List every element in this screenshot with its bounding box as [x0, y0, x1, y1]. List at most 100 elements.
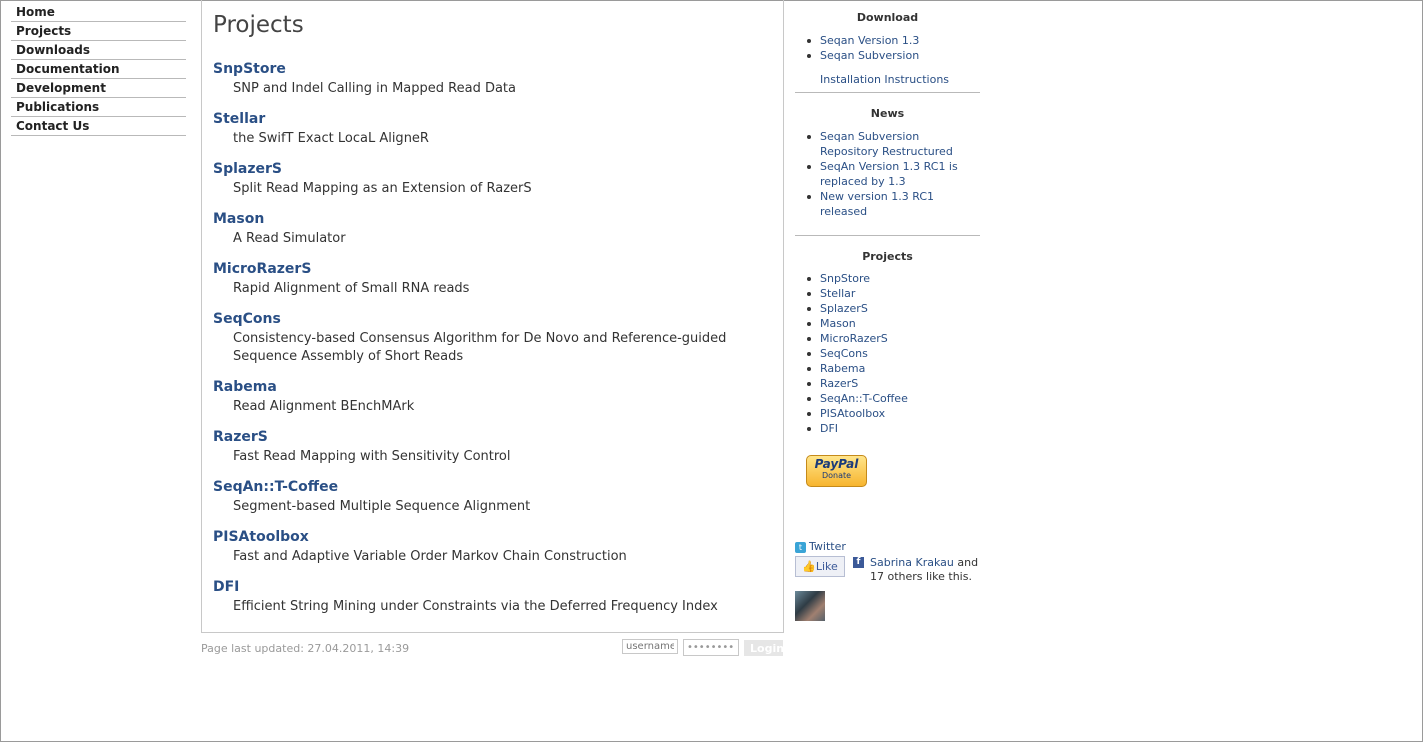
download-link-seqan-1-3[interactable]: Seqan Version 1.3 [820, 34, 919, 47]
avatar[interactable] [795, 591, 825, 621]
list-item: PISAtoolbox [807, 406, 980, 421]
list-item: Seqan Subversion [807, 48, 980, 63]
nav-contact-us[interactable]: Contact Us [11, 117, 186, 136]
project-description: the SwifT Exact LocaL AligneR [233, 131, 429, 146]
sidebar-project-link[interactable]: Stellar [820, 287, 855, 300]
list-item: SeqAn Version 1.3 RC1 is replaced by 1.3 [807, 159, 980, 189]
news-title: News [870, 107, 905, 120]
divider [795, 92, 980, 93]
nav-development[interactable]: Development [11, 79, 186, 98]
list-item: Seqan Version 1.3 [807, 33, 980, 48]
project-description: Efficient String Mining under Constraint… [233, 599, 718, 614]
project-list: SnpStore SNP and Indel Calling in Mapped… [213, 60, 773, 628]
project-item: SnpStore SNP and Indel Calling in Mapped… [213, 60, 773, 98]
download-list: Seqan Version 1.3 Seqan Subversion [795, 33, 980, 63]
username-input[interactable] [622, 639, 678, 654]
sidebar-project-link[interactable]: RazerS [820, 377, 858, 390]
last-updated-text: Page last updated: 27.04.2011, 14:39 [201, 642, 410, 655]
page-title: Projects [213, 12, 304, 38]
list-item: New version 1.3 RC1 released [807, 189, 980, 219]
facebook-like-text: Sabrina Krakau and 17 others like this. [870, 556, 979, 583]
nav-downloads[interactable]: Downloads [11, 41, 186, 60]
project-item: DFI Efficient String Mining under Constr… [213, 578, 773, 616]
sidebar-project-link[interactable]: Mason [820, 317, 856, 330]
twitter-label: Twitter [809, 540, 846, 553]
project-item: SeqAn::T-Coffee Segment-based Multiple S… [213, 478, 773, 516]
twitter-icon: t [795, 541, 806, 553]
paypal-logo: PayPal [814, 457, 859, 471]
sidebar-project-link[interactable]: SeqCons [820, 347, 868, 360]
list-item: SeqAn::T-Coffee [807, 391, 980, 406]
facebook-like-button[interactable]: 👍Like [795, 556, 845, 577]
project-description: Segment-based Multiple Sequence Alignmen… [233, 499, 531, 514]
project-item: Mason A Read Simulator [213, 210, 773, 248]
sidebar-project-link[interactable]: MicroRazerS [820, 332, 888, 345]
project-item: MicroRazerS Rapid Alignment of Small RNA… [213, 260, 773, 298]
list-item: Stellar [807, 286, 980, 301]
projects-title: Projects [862, 250, 913, 263]
password-input[interactable] [683, 639, 739, 656]
list-item: SeqCons [807, 346, 980, 361]
sidebar-project-link[interactable]: PISAtoolbox [820, 407, 885, 420]
project-description: SNP and Indel Calling in Mapped Read Dat… [233, 81, 516, 96]
nav-publications[interactable]: Publications [11, 98, 186, 117]
project-link-splazers[interactable]: SplazerS [213, 160, 773, 178]
project-link-pisatoolbox[interactable]: PISAtoolbox [213, 528, 773, 546]
list-item: MicroRazerS [807, 331, 980, 346]
project-link-stellar[interactable]: Stellar [213, 110, 773, 128]
project-link-dfi[interactable]: DFI [213, 578, 773, 596]
project-item: PISAtoolbox Fast and Adaptive Variable O… [213, 528, 773, 566]
project-item: RazerS Fast Read Mapping with Sensitivit… [213, 428, 773, 466]
project-description: Fast and Adaptive Variable Order Markov … [233, 549, 627, 564]
sidebar-project-link[interactable]: SeqAn::T-Coffee [820, 392, 908, 405]
main-content: Projects SnpStore SNP and Indel Calling … [201, 0, 784, 633]
sidebar-project-list: SnpStore Stellar SplazerS Mason MicroRaz… [795, 271, 980, 436]
installation-instructions-link[interactable]: Installation Instructions [795, 73, 980, 86]
paypal-donate-button[interactable]: PayPal Donate [806, 455, 867, 487]
project-link-mason[interactable]: Mason [213, 210, 773, 228]
sidebar-project-link[interactable]: SplazerS [820, 302, 868, 315]
facebook-user-link[interactable]: Sabrina Krakau [870, 556, 954, 569]
project-item: Rabema Read Alignment BEnchMArk [213, 378, 773, 416]
list-item: SplazerS [807, 301, 980, 316]
project-link-razers[interactable]: RazerS [213, 428, 773, 446]
sidebar-project-link[interactable]: DFI [820, 422, 838, 435]
project-item: SeqCons Consistency-based Consensus Algo… [213, 310, 773, 366]
nav-projects[interactable]: Projects [11, 22, 186, 41]
project-item: Stellar the SwifT Exact LocaL AligneR [213, 110, 773, 148]
list-item: RazerS [807, 376, 980, 391]
nav-documentation[interactable]: Documentation [11, 60, 186, 79]
project-link-seqcons[interactable]: SeqCons [213, 310, 773, 328]
news-link[interactable]: SeqAn Version 1.3 RC1 is replaced by 1.3 [820, 160, 958, 188]
project-link-microrazers[interactable]: MicroRazerS [213, 260, 773, 278]
project-description: Fast Read Mapping with Sensitivity Contr… [233, 449, 511, 464]
sidebar-project-link[interactable]: SnpStore [820, 272, 870, 285]
project-link-rabema[interactable]: Rabema [213, 378, 773, 396]
news-list: Seqan Subversion Repository Restructured… [795, 129, 980, 219]
right-sidebar: Download Seqan Version 1.3 Seqan Subvers… [795, 0, 980, 436]
download-title: Download [856, 11, 919, 24]
download-link-subversion[interactable]: Seqan Subversion [820, 49, 919, 62]
facebook-icon: f [853, 557, 864, 568]
news-link[interactable]: New version 1.3 RC1 released [820, 190, 934, 218]
list-item: Seqan Subversion Repository Restructured [807, 129, 980, 159]
project-link-snpstore[interactable]: SnpStore [213, 60, 773, 78]
donate-label: Donate [821, 471, 852, 480]
news-link[interactable]: Seqan Subversion Repository Restructured [820, 130, 953, 158]
twitter-link[interactable]: t Twitter [795, 540, 846, 553]
nav-home[interactable]: Home [11, 3, 186, 22]
project-description: Rapid Alignment of Small RNA reads [233, 281, 470, 296]
project-item: SplazerS Split Read Mapping as an Extens… [213, 160, 773, 198]
project-description: Read Alignment BEnchMArk [233, 399, 415, 414]
thumbs-up-icon: 👍 [802, 560, 816, 573]
project-description: A Read Simulator [233, 231, 346, 246]
list-item: SnpStore [807, 271, 980, 286]
project-link-seqan-t-coffee[interactable]: SeqAn::T-Coffee [213, 478, 773, 496]
sidebar-project-link[interactable]: Rabema [820, 362, 865, 375]
like-label: Like [815, 560, 838, 573]
list-item: DFI [807, 421, 980, 436]
list-item: Rabema [807, 361, 980, 376]
list-item: Mason [807, 316, 980, 331]
left-navigation: Home Projects Downloads Documentation De… [11, 3, 186, 136]
login-button[interactable]: Login [744, 640, 784, 656]
